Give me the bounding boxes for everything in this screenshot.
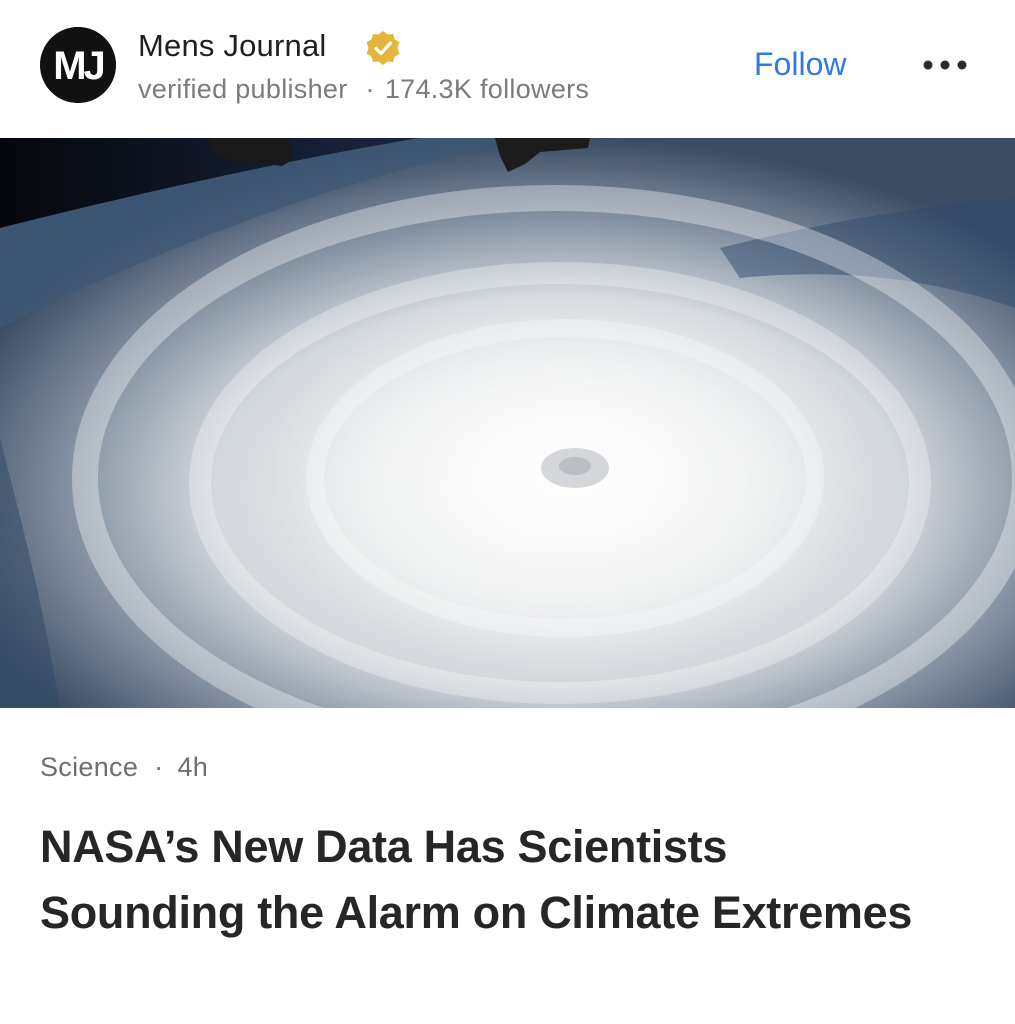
publisher-name[interactable]: Mens Journal xyxy=(138,28,327,64)
article-meta: Science · 4h xyxy=(40,752,208,783)
article-category[interactable]: Science xyxy=(40,752,138,782)
follower-count: 174.3K followers xyxy=(384,74,590,104)
separator-dot: · xyxy=(365,74,375,104)
more-horizontal-icon[interactable] xyxy=(920,50,970,80)
publisher-logo[interactable]: MJ xyxy=(40,27,116,103)
verified-check-icon xyxy=(364,29,402,67)
article-age: 4h xyxy=(177,752,209,782)
publisher-meta: verified publisher · 174.3K followers xyxy=(138,74,589,105)
hero-image-hurricane[interactable] xyxy=(0,138,1015,708)
publisher-header: MJ Mens Journal verified publisher · 174.3… xyxy=(0,0,1015,138)
publisher-status: verified publisher xyxy=(138,74,348,104)
follow-button[interactable]: Follow xyxy=(754,46,846,83)
article-headline[interactable]: NASA’s New Data Has Scientists Sounding … xyxy=(40,814,940,946)
separator-dot: · xyxy=(154,752,164,782)
logo-text: MJ xyxy=(53,44,103,88)
